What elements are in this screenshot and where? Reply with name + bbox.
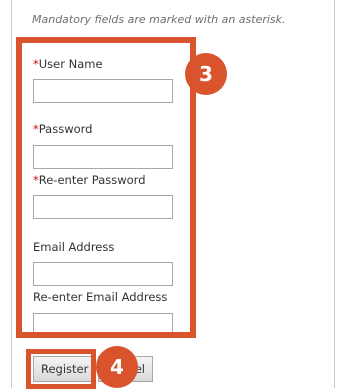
- callout-highlight-register: [26, 349, 96, 389]
- callout-badge-4: 4: [96, 346, 138, 388]
- callout-highlight-form: [16, 37, 196, 338]
- mandatory-note: Mandatory fields are marked with an aste…: [32, 13, 286, 26]
- callout-badge-3: 3: [185, 53, 227, 95]
